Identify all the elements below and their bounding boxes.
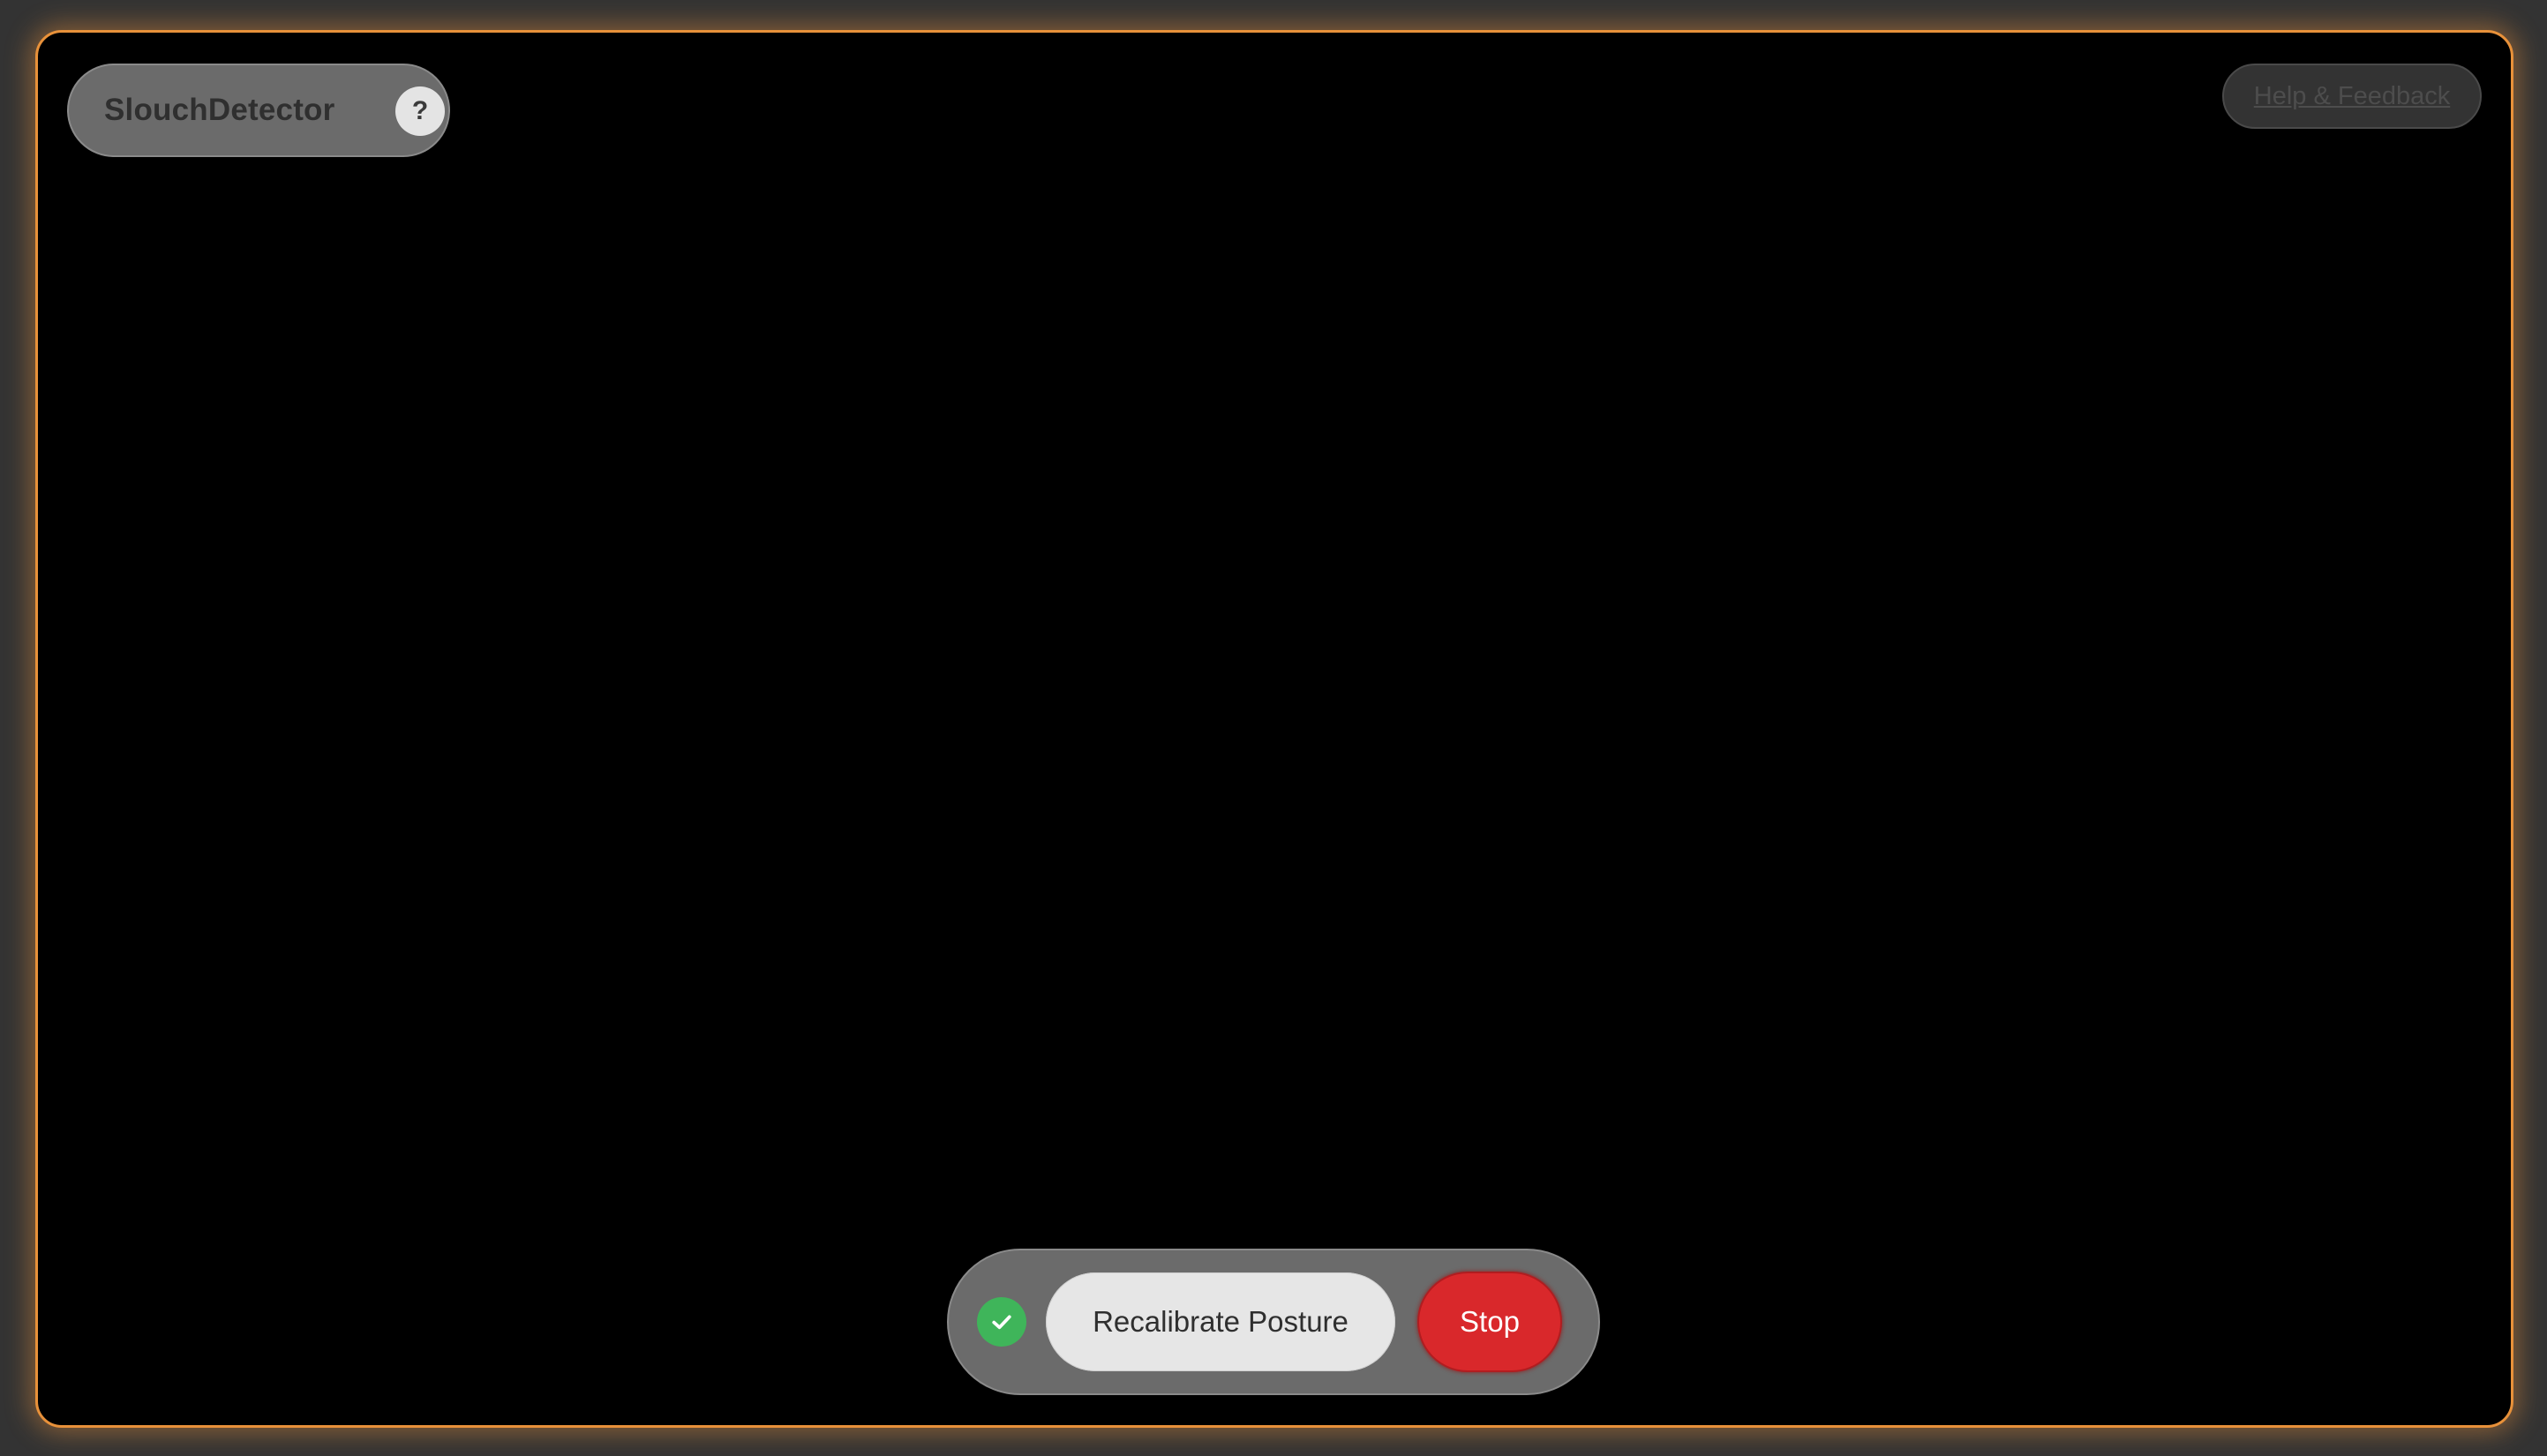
checkmark-glyph [992,1315,1011,1330]
stop-button[interactable]: Stop [1417,1272,1562,1372]
recalibrate-posture-button[interactable]: Recalibrate Posture [1046,1272,1395,1371]
check-icon [977,1297,1026,1347]
brand-pill: SlouchDetector ? [67,64,450,157]
app-title: SlouchDetector [104,93,335,127]
camera-viewport: SlouchDetector ? Help & Feedback Recalib… [35,30,2513,1428]
control-bar: Recalibrate Posture Stop [947,1249,1600,1395]
help-feedback-link[interactable]: Help & Feedback [2222,64,2482,129]
help-question-button[interactable]: ? [395,86,445,136]
